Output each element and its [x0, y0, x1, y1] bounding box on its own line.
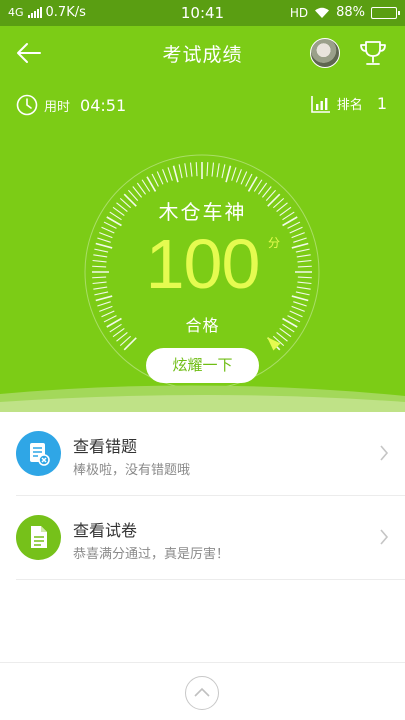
- gauge-tick: [167, 167, 173, 181]
- wrong-questions-icon: [16, 431, 61, 476]
- gauge-tick: [99, 305, 113, 312]
- exam-paper-icon: [16, 515, 61, 560]
- gauge-tick: [291, 305, 305, 312]
- list-item-subtitle: 恭喜满分通过，真是厉害！: [73, 547, 230, 562]
- list-item-title: 查看试卷: [73, 521, 138, 540]
- hd-indicator: HD: [289, 5, 309, 20]
- page-title: 考试成绩: [162, 44, 243, 66]
- gauge-tick: [172, 165, 179, 183]
- time-stat: 用时 04:51: [16, 94, 126, 116]
- wifi-icon: [315, 7, 330, 18]
- hero-wave: [0, 385, 405, 412]
- gauge-tick: [225, 165, 232, 183]
- list-item-title: 查看错题: [73, 437, 138, 456]
- status-bar: 4G 0.7K/s 10:41 HD 88%: [0, 0, 405, 26]
- gauge-tick: [211, 162, 215, 177]
- gauge-tick: [235, 169, 242, 183]
- gauge-tick: [178, 164, 183, 179]
- chevron-right-icon: [380, 445, 389, 461]
- gauge-tick: [189, 162, 193, 177]
- result-actions-list: 查看错题 棒极啦，没有错题哦 查看试卷 恭喜满分通过，真是厉害！: [0, 412, 405, 580]
- gauge-tick: [156, 171, 164, 185]
- rank-label: 排名: [336, 98, 363, 113]
- time-label: 用时: [44, 99, 71, 115]
- gauge-tick: [216, 163, 220, 178]
- gauge-tick: [231, 167, 237, 181]
- battery-icon: [371, 6, 400, 19]
- avatar[interactable]: [310, 38, 340, 68]
- gauge-tick: [162, 169, 169, 183]
- gauge-tick: [245, 173, 253, 187]
- gauge-tick: [136, 182, 147, 195]
- gauge-tick: [195, 162, 198, 177]
- score-unit: 分: [268, 236, 281, 250]
- gauge-tick: [123, 337, 137, 351]
- gauge-tick: [151, 173, 159, 187]
- list-item-wrong-questions[interactable]: 查看错题 棒极啦，没有错题哦: [16, 412, 405, 496]
- trophy-icon[interactable]: [358, 38, 388, 68]
- gauge-tick: [206, 162, 209, 177]
- gauge-tick: [257, 182, 268, 195]
- rank-chart-icon: [310, 95, 330, 113]
- list-item-exam-paper[interactable]: 查看试卷 恭喜满分通过，真是厉害！: [16, 496, 405, 580]
- battery-percent: 88%: [336, 5, 365, 20]
- chevron-up-icon: [193, 687, 210, 697]
- top-nav: 考试成绩: [0, 26, 405, 82]
- chevron-right-icon: [380, 529, 389, 545]
- gauge-tick: [253, 179, 263, 192]
- clock-icon: [16, 94, 38, 116]
- gauge-tick: [141, 179, 151, 192]
- gauge-tick: [221, 164, 226, 179]
- pass-status: 合格: [185, 316, 220, 335]
- time-value: 04:51: [80, 95, 127, 115]
- rank-value: 1: [376, 94, 387, 113]
- score-value: 100: [145, 225, 261, 303]
- bottom-bar: [0, 662, 405, 720]
- scroll-up-button[interactable]: [185, 676, 219, 710]
- list-item-subtitle: 棒极啦，没有错题哦: [73, 463, 191, 478]
- rank-stat: 排名 1: [310, 94, 387, 113]
- gauge-tick: [240, 171, 248, 185]
- driver-title: 木仓车神: [158, 200, 247, 224]
- gauge-tick: [184, 163, 188, 178]
- result-hero: 考试成绩 用时 04:51 排名 1 木仓车神 100 分 合格 炫耀一下: [0, 26, 405, 412]
